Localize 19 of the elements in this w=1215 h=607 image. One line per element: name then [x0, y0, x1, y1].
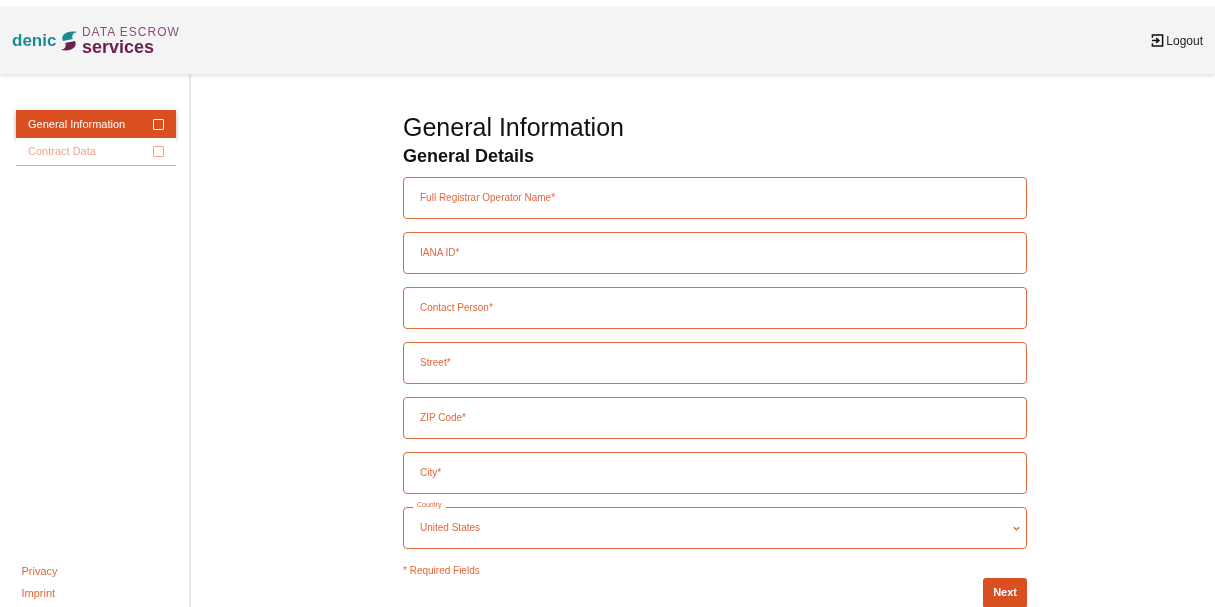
logo-text: DATA ESCROW	[81, 25, 180, 38]
footer-link[interactable]: Imprint	[21, 585, 173, 602]
input-field[interactable]: Contact Person*	[403, 286, 1027, 329]
logo-text: services	[81, 37, 155, 56]
logout-icon	[1150, 34, 1164, 47]
input-field[interactable]: City*	[403, 451, 1027, 494]
section-title: General Details	[403, 146, 536, 168]
sidebar-item[interactable]: General Information	[16, 110, 176, 138]
logo-text: denic	[12, 29, 57, 52]
logout-button[interactable]: Logout	[1150, 31, 1203, 50]
next-button[interactable]: Next	[983, 577, 1027, 607]
checkbox[interactable]	[153, 146, 164, 157]
page-title: General Information	[403, 112, 625, 142]
required-note: * Required Fields	[403, 563, 481, 578]
input-field[interactable]: Street*	[403, 341, 1027, 384]
input-field[interactable]: IANA ID*	[403, 231, 1027, 274]
footer-link[interactable]: Privacy	[21, 563, 173, 580]
input-field[interactable]: ZIP Code*	[403, 396, 1027, 439]
input-field[interactable]: Full Registrar Operator Name*	[403, 176, 1027, 219]
